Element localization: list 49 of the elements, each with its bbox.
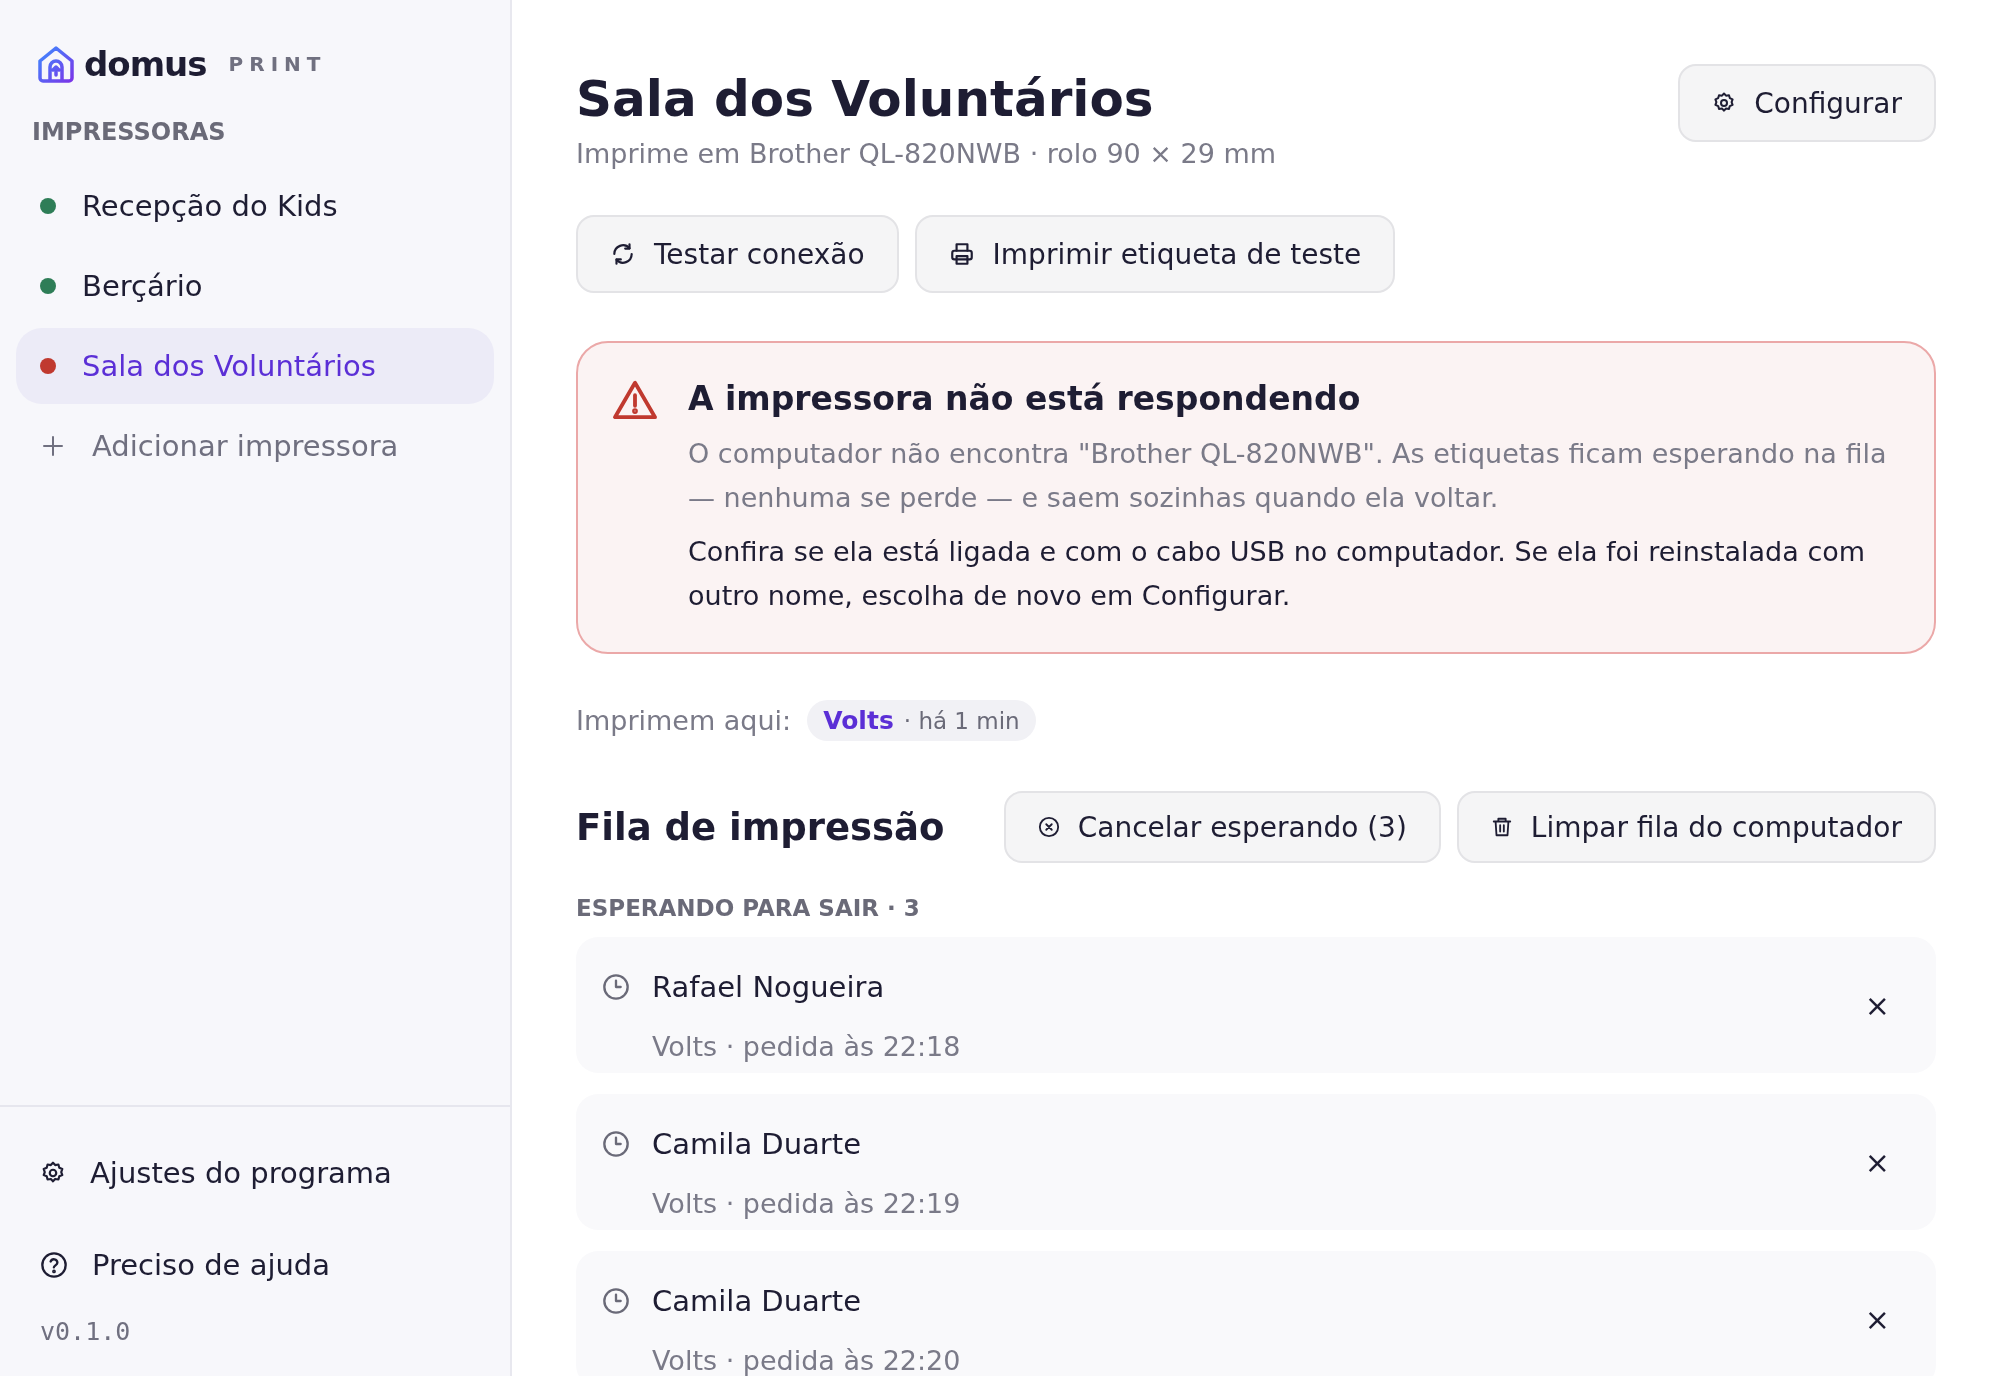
remove-button[interactable]: × (1858, 1301, 1896, 1337)
alert-hint: Confira se ela está ligada e com o cabo USB no computador. Se ela foi reinstalada com outro nome, escolha de novo em Configurar. (688, 535, 1867, 613)
job-detail: Volts · pedida às 22:19 (652, 1188, 962, 1220)
clock-icon (602, 972, 630, 1001)
trash-icon (1490, 816, 1513, 838)
clock-icon (602, 1129, 630, 1158)
printing-here-label: Imprimem aqui: (576, 705, 792, 736)
source-time: · há 1 min (903, 707, 1020, 734)
remove-button[interactable]: × (1858, 987, 1896, 1023)
sidebar-link[interactable]: Ajustes do programa (40, 1127, 510, 1219)
job-name: Camila Duarte (652, 1126, 862, 1161)
page-subtitle: Imprime em Brother QL-820NWB · rolo 90 × 29 mm (576, 138, 1277, 169)
warning-icon (612, 379, 658, 421)
settings-icon (1712, 91, 1737, 115)
configure-button[interactable]: Configurar (1678, 64, 1936, 142)
source-name: Volts (823, 706, 894, 735)
job-name: Rafael Nogueira (652, 969, 886, 1004)
version-label: v0.1.0 (40, 1317, 132, 1346)
page-title: Sala dos Voluntários (576, 70, 1155, 128)
queue-title: Fila de impressão (576, 805, 946, 849)
section-title: IMPRESSORAS (32, 118, 227, 146)
plus-icon (42, 435, 64, 457)
queue-button[interactable]: Cancelar esperando (3) (1003, 791, 1441, 863)
refresh-icon (610, 241, 636, 267)
printer-name: Berçário (82, 269, 203, 303)
alert-title: A impressora não está respondendo (688, 379, 1362, 418)
brand-suffix: PRINT (228, 52, 327, 76)
action-button[interactable]: Imprimir etiqueta de teste (914, 215, 1396, 293)
printer-name: Sala dos Voluntários (82, 349, 376, 383)
queue-button[interactable]: Limpar fila do computador (1456, 791, 1936, 863)
printer-icon (948, 241, 975, 267)
printer-item[interactable]: Sala dos Voluntários (16, 328, 494, 404)
sidebar-link[interactable]: Preciso de ajuda (40, 1219, 510, 1311)
printer-item[interactable]: Berçário (16, 248, 494, 324)
job-name: Camila Duarte (652, 1283, 862, 1318)
job-detail: Volts · pedida às 22:18 (652, 1031, 962, 1063)
house-logo-icon (36, 45, 76, 83)
clock-icon (602, 1286, 630, 1315)
alert-message: O computador não encontra "Brother QL-820NWB". As etiquetas ficam esperando na fila — nenhuma se perde — e saem sozinhas quando ela voltar. (688, 437, 1888, 515)
action-button[interactable]: Testar conexão (576, 215, 899, 293)
add-printer-link[interactable]: Adicionar impressora (16, 408, 494, 484)
job-detail: Volts · pedida às 22:20 (652, 1345, 962, 1376)
printer-name: Recepção do Kids (82, 189, 338, 223)
remove-button[interactable]: × (1858, 1144, 1896, 1180)
printer-item[interactable]: Recepção do Kids (16, 168, 494, 244)
brand-name: domus (84, 44, 207, 84)
cancel-icon (1037, 816, 1060, 838)
help-icon (40, 1251, 68, 1279)
queue-section-title: ESPERANDO PARA SAIR · 3 (576, 895, 921, 921)
